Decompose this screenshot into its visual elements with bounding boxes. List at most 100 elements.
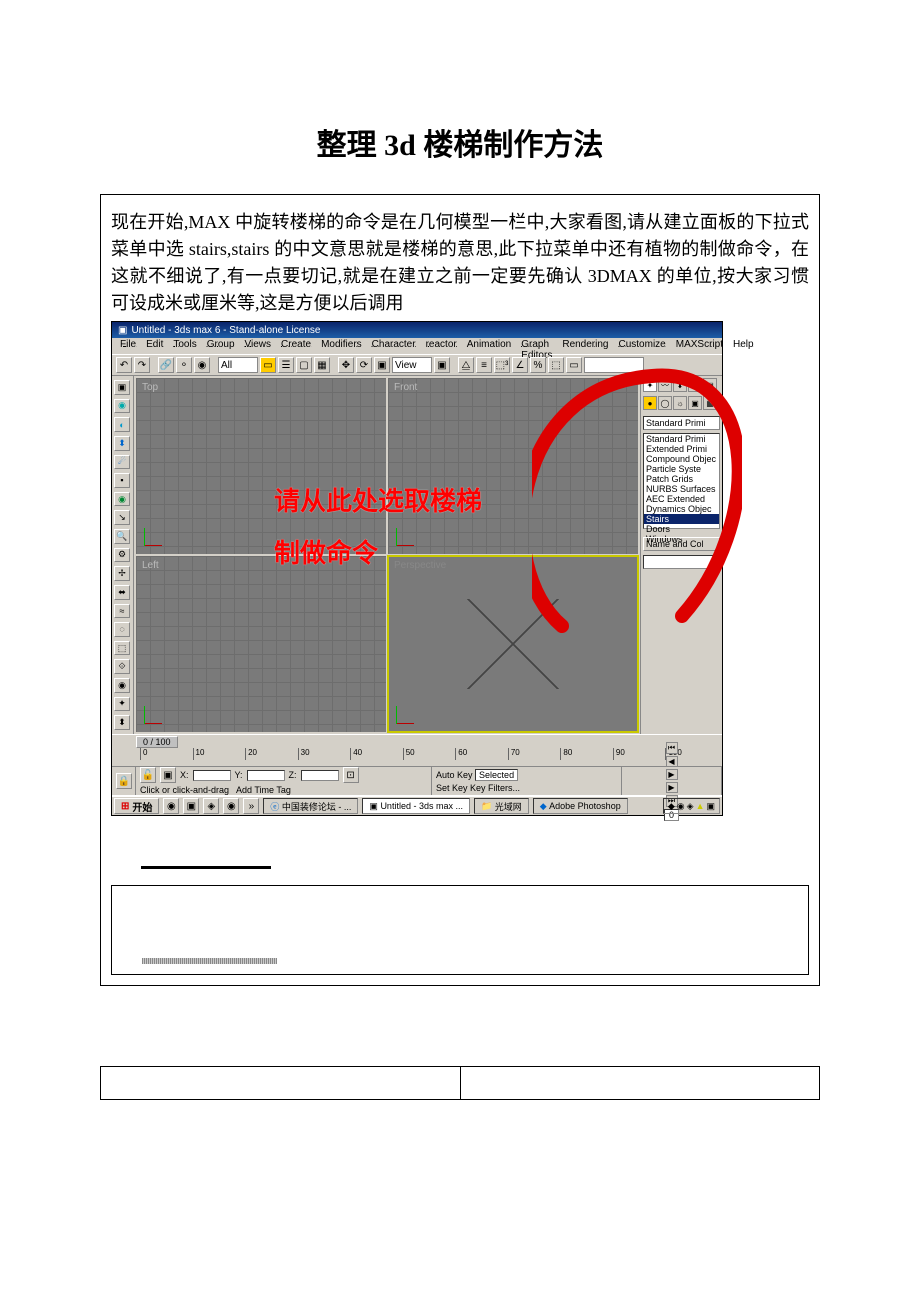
system-tray[interactable]: ◆ ◉ ◈ ▲ ▣ [663,798,720,814]
list-item[interactable]: Standard Primi [644,434,719,444]
reactor-create-icon[interactable]: ◉ [114,492,130,507]
tray-icon[interactable]: ▲ [696,801,705,811]
shapes-subtab-icon[interactable]: ◯ [658,396,672,410]
menu-character[interactable]: Character [372,339,416,353]
reactor-util5-icon[interactable]: ⬌ [114,585,130,600]
geometry-subtab-icon[interactable]: ● [643,396,657,410]
reactor-util12-icon[interactable]: ⬍ [114,715,130,730]
menu-bar[interactable]: File Edit Tools Group Views Create Modif… [112,338,722,354]
reactor-preview-icon[interactable]: ▪ [114,473,130,488]
link-icon[interactable]: 🔗 [158,357,174,373]
reactor-util10-icon[interactable]: ◉ [114,678,130,693]
menu-views[interactable]: Views [245,339,272,353]
y-input[interactable] [247,770,285,781]
undo-icon[interactable]: ↶ [116,357,132,373]
modify-tab-icon[interactable]: 〰 [658,378,672,392]
reactor-util9-icon[interactable]: ⟐ [114,659,130,674]
reactor-util2-icon[interactable]: 🔍 [114,529,130,544]
list-item-stairs[interactable]: Stairs [644,514,719,524]
rotate-icon[interactable]: ⟳ [356,357,372,373]
setkey-button[interactable]: Set Key [436,783,468,793]
viewport-front[interactable]: Front [388,378,638,554]
spinner-snap-icon[interactable]: ⬚ [548,357,564,373]
category-list[interactable]: Standard Primi Extended Primi Compound O… [643,433,720,529]
tray-icon[interactable]: ◈ [687,801,694,812]
snap-icon[interactable]: ⬚³ [494,357,510,373]
tray-icon[interactable]: ◉ [677,801,685,812]
menu-help[interactable]: Help [733,339,754,353]
start-button[interactable]: ⊞ 开始 [114,798,159,814]
display-tab-icon[interactable]: ▤ [703,378,717,392]
named-selset-dropdown[interactable] [584,357,644,373]
mirror-icon[interactable]: ⧋ [458,357,474,373]
lock-selection-icon[interactable]: 🔓 [140,767,156,783]
x-input[interactable] [193,770,231,781]
tray-icon[interactable]: ▣ [706,801,715,812]
reactor-util11-icon[interactable]: ✦ [114,697,130,712]
select-region-icon[interactable]: ▢ [296,357,312,373]
selection-set-dropdown[interactable]: All [218,357,258,373]
taskbar-task-active[interactable]: ▣ Untitled - 3ds max ... [362,798,470,814]
tray-icon[interactable]: ◆ [668,801,675,812]
reactor-util7-icon[interactable]: ◌ [114,622,130,637]
reactor-util8-icon[interactable]: ⬚ [114,641,130,656]
reactor-deform-icon[interactable]: ☄ [114,455,130,470]
list-item[interactable]: Compound Objec [644,454,719,464]
prev-frame-icon[interactable]: ◀ [666,756,678,767]
menu-create[interactable]: Create [281,339,311,353]
lights-subtab-icon[interactable]: ☼ [673,396,687,410]
category-dropdown[interactable]: Standard Primi [643,416,720,430]
bind-icon[interactable]: ◉ [194,357,210,373]
list-item[interactable]: Particle Syste [644,464,719,474]
z-input[interactable] [301,770,339,781]
taskbar-task[interactable]: ⓔ 中国装修论坛 - ... [263,798,358,814]
list-item[interactable]: NURBS Surfaces [644,484,719,494]
angle-snap-icon[interactable]: ∠ [512,357,528,373]
percent-snap-icon[interactable]: % [530,357,546,373]
time-slider[interactable]: 0 / 100 [112,734,722,748]
select-icon[interactable]: ▭ [260,357,276,373]
reactor-rope-icon[interactable]: ⬍ [114,436,130,451]
goto-start-icon[interactable]: ⏮ [666,742,678,754]
center-icon[interactable]: ▣ [434,357,450,373]
autokey-button[interactable]: Auto Key [436,770,473,780]
list-item[interactable]: Dynamics Objec [644,504,719,514]
list-item[interactable]: Extended Primi [644,444,719,454]
taskbar-task[interactable]: ◆ Adobe Photoshop [533,798,628,814]
hierarchy-tab-icon[interactable]: ⬍ [673,378,687,392]
taskbar-task[interactable]: 📁 光域网 [474,798,529,814]
object-name-input[interactable] [643,555,720,569]
menu-file[interactable]: File [120,339,136,353]
keymode-dropdown[interactable]: Selected [475,769,518,781]
menu-rendering[interactable]: Rendering [562,339,608,353]
menu-animation[interactable]: Animation [467,339,511,353]
add-time-tag[interactable]: Add Time Tag [236,785,291,795]
menu-grapheditors[interactable]: Graph Editors [521,339,552,353]
lock-icon[interactable]: 🔒 [116,773,132,789]
move-icon[interactable]: ✥ [338,357,354,373]
create-tab-icon[interactable]: ✦ [643,378,657,392]
list-item[interactable]: AEC Extended [644,494,719,504]
menu-modifiers[interactable]: Modifiers [321,339,362,353]
menu-maxscript[interactable]: MAXScript [676,339,723,353]
select-name-icon[interactable]: ☰ [278,357,294,373]
scale-icon[interactable]: ▣ [374,357,390,373]
reactor-util4-icon[interactable]: ✢ [114,566,130,581]
menu-tools[interactable]: Tools [173,339,196,353]
time-slider-handle[interactable]: 0 / 100 [136,736,178,748]
menu-edit[interactable]: Edit [146,339,163,353]
reactor-util1-icon[interactable]: ↘ [114,510,130,525]
menu-group[interactable]: Group [207,339,235,353]
filter-icon[interactable]: ▦ [314,357,330,373]
reactor-util3-icon[interactable]: ⚙ [114,548,130,563]
list-item[interactable]: Patch Grids [644,474,719,484]
menu-reactor[interactable]: reactor [426,339,457,353]
keyfilters-button[interactable]: Key Filters... [470,783,520,793]
unlink-icon[interactable]: ⚬ [176,357,192,373]
grid-icon[interactable]: ⊡ [343,767,359,783]
cameras-subtab-icon[interactable]: ▣ [688,396,702,410]
reactor-cloth-icon[interactable]: ◉ [114,399,130,414]
viewport-top[interactable]: Top [136,378,386,554]
name-rollout-header[interactable]: Name and Col [643,537,720,551]
menu-customize[interactable]: Customize [618,339,665,353]
